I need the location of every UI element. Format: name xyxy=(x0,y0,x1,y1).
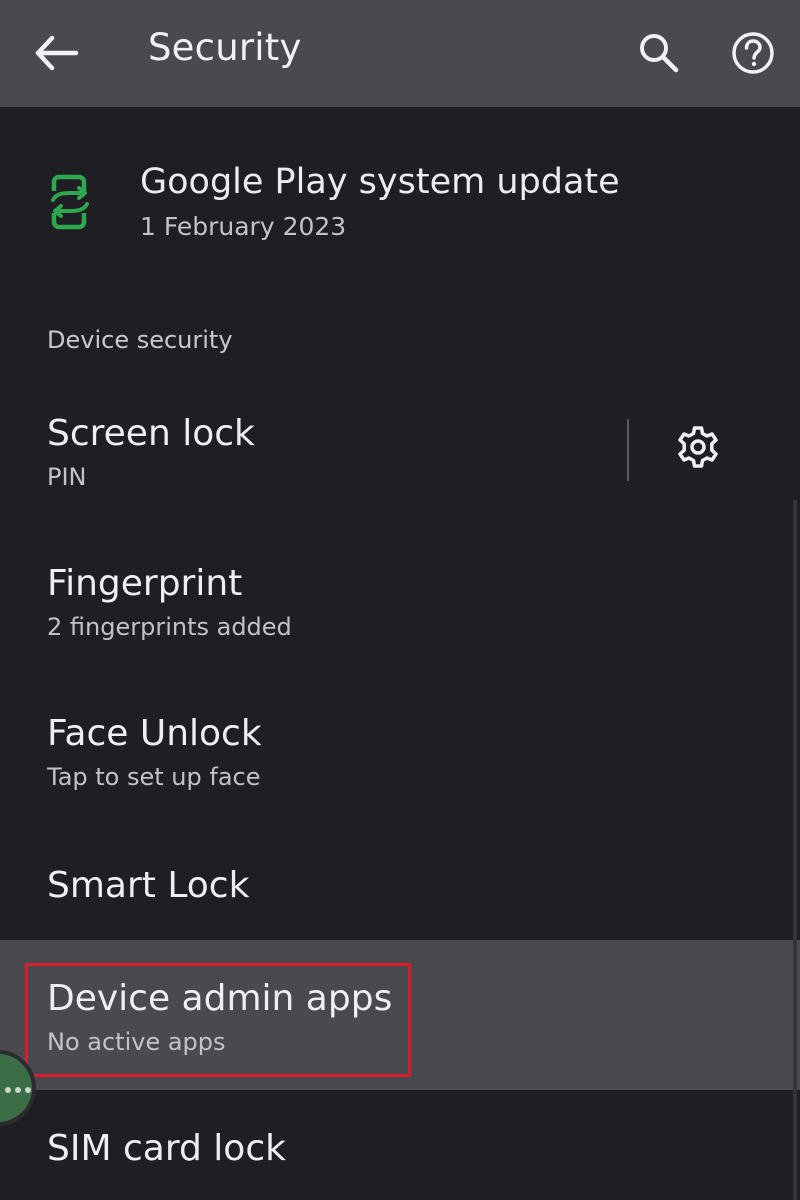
list-item-fingerprint[interactable]: Fingerprint 2 fingerprints added xyxy=(0,545,800,695)
list-item-subtitle: 2 fingerprints added xyxy=(47,613,292,641)
list-item-sim-card-lock[interactable]: SIM card lock xyxy=(0,1090,800,1200)
list-item-label: Fingerprint xyxy=(47,563,243,604)
section-header-device-security: Device security xyxy=(47,326,233,354)
app-bar: Security xyxy=(0,0,800,107)
scrollbar[interactable] xyxy=(793,500,797,1200)
more-dots-icon xyxy=(5,1087,31,1093)
page-title: Security xyxy=(148,26,302,69)
list-item-screen-lock[interactable]: Screen lock PIN xyxy=(0,395,800,545)
help-icon[interactable] xyxy=(728,28,778,78)
list-item-subtitle: PIN xyxy=(47,463,87,491)
vertical-divider xyxy=(627,419,629,481)
list-item-subtitle: Tap to set up face xyxy=(47,763,261,791)
search-icon[interactable] xyxy=(636,30,682,76)
list-item-face-unlock[interactable]: Face Unlock Tap to set up face xyxy=(0,695,800,845)
system-update-date: 1 February 2023 xyxy=(140,212,347,241)
system-update-title: Google Play system update xyxy=(140,162,620,202)
arrow-back-icon[interactable] xyxy=(30,30,80,76)
list-item-label: Screen lock xyxy=(47,413,255,454)
list-item-label: Face Unlock xyxy=(47,713,262,754)
highlight-box xyxy=(25,963,411,1077)
system-update-icon xyxy=(48,174,92,230)
list-item-smart-lock[interactable]: Smart Lock xyxy=(0,845,800,940)
list-item-label: Smart Lock xyxy=(47,865,250,906)
gear-icon[interactable] xyxy=(676,425,720,469)
list-item-label: SIM card lock xyxy=(47,1128,286,1169)
list-item-device-admin-apps[interactable]: Device admin apps No active apps xyxy=(0,940,800,1090)
